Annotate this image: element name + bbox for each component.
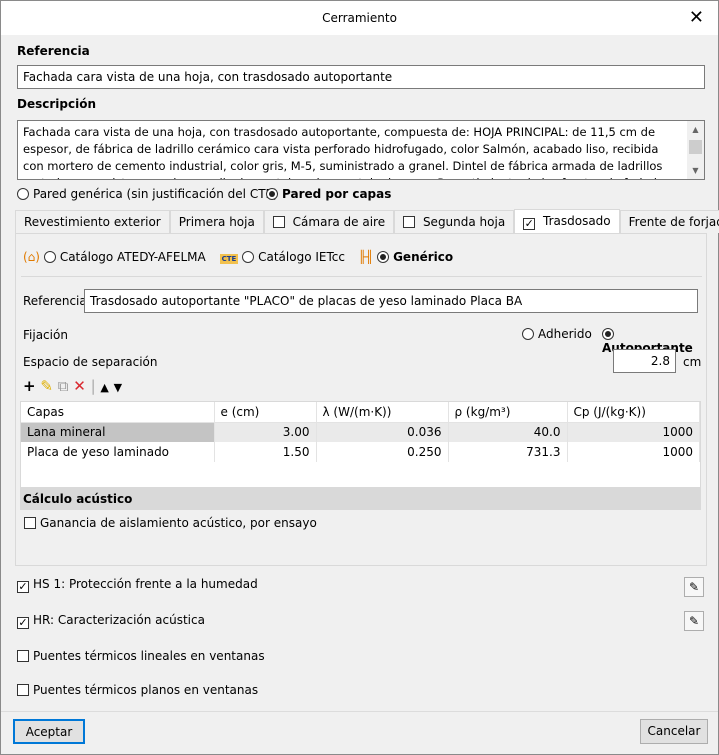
descripcion-text: Fachada cara vista de una hoja, con tras…: [23, 125, 674, 179]
option-puentes-lineales[interactable]: Puentes térmicos lineales en ventanas: [17, 649, 265, 663]
radio-pared-generica[interactable]: Pared genérica (sin justificación del CT…: [17, 187, 278, 201]
toolbar-separator: |: [90, 377, 96, 395]
footer-divider: [1, 711, 718, 712]
edit-hs1-button[interactable]: ✎: [684, 577, 704, 597]
radio-generico[interactable]: Genérico: [377, 250, 453, 264]
delete-icon[interactable]: ✕: [73, 377, 86, 395]
cell: 40.0: [448, 422, 568, 442]
checkbox[interactable]: ✓: [523, 218, 536, 230]
referencia-input[interactable]: Fachada cara vista de una hoja, con tras…: [17, 65, 705, 89]
col-capas: Capas: [21, 402, 215, 423]
option-hs1[interactable]: ✓ HS 1: Protección frente a la humedad: [17, 577, 258, 593]
tab-primera-hoja[interactable]: Primera hoja: [169, 210, 264, 233]
table-row[interactable]: Lana mineral 3.00 0.036 40.0 1000: [21, 422, 700, 442]
move-up-icon[interactable]: ▲: [100, 381, 108, 394]
title-bar: Cerramiento: [1, 1, 718, 35]
pencil-icon: ✎: [688, 580, 700, 594]
close-icon[interactable]: ✕: [689, 1, 704, 35]
radio-label: Pared por capas: [282, 187, 392, 201]
espacio-unit: cm: [683, 355, 702, 369]
generic-layer-icon: ╟╢: [358, 250, 374, 264]
descripcion-textarea[interactable]: Fachada cara vista de una hoja, con tras…: [17, 120, 705, 180]
scrollbar[interactable]: ▲ ▼: [687, 121, 704, 179]
edit-hr-button[interactable]: ✎: [684, 611, 704, 631]
pencil-icon: ✎: [688, 614, 700, 628]
move-down-icon[interactable]: ▼: [114, 381, 122, 394]
trasdosado-ref-input[interactable]: Trasdosado autoportante "PLACO" de placa…: [84, 289, 698, 313]
cell: Placa de yeso laminado: [21, 442, 215, 462]
cell: 1.50: [214, 442, 317, 462]
radio-adherido[interactable]: Adherido: [522, 327, 592, 341]
option-puentes-planos[interactable]: Puentes térmicos planos en ventanas: [17, 683, 258, 697]
atedy-icon: (⌂): [23, 250, 40, 264]
table-row[interactable]: Placa de yeso laminado 1.50 0.250 731.3 1000: [21, 442, 700, 462]
layers-table: Capas e (cm) λ (W/(m·K)) ρ (kg/m³) Cp (J…: [20, 401, 701, 488]
cancel-button[interactable]: Cancelar: [640, 719, 708, 744]
cell: 0.036: [316, 422, 449, 442]
window-title: Cerramiento: [322, 11, 397, 25]
tab-segunda-hoja[interactable]: Segunda hoja: [394, 210, 515, 233]
acoustic-gain-checkbox[interactable]: Ganancia de aislamiento acústico, por en…: [24, 516, 317, 530]
col-lambda: λ (W/(m·K)): [316, 402, 449, 423]
tab-camara-de-aire[interactable]: Cámara de aire: [263, 210, 395, 233]
radio-catalogo-atedy[interactable]: Catálogo ATEDY-AFELMA: [43, 250, 206, 264]
edit-pencil-icon[interactable]: ✎: [40, 377, 53, 395]
copy-icon[interactable]: ⧉: [58, 377, 69, 395]
col-cp: Cp (J/(kg·K)): [567, 402, 700, 423]
trasdosado-ref-label: Referencia: [23, 294, 87, 308]
radio-catalogo-ietcc[interactable]: Catálogo IETcc: [242, 250, 345, 264]
espacio-input[interactable]: 2.8: [613, 349, 676, 373]
cell: 1000: [567, 422, 700, 442]
cell: Lana mineral: [21, 422, 215, 442]
referencia-label: Referencia: [17, 44, 90, 58]
divider: [21, 276, 702, 277]
fijacion-label: Fijación: [23, 328, 68, 342]
col-densidad: ρ (kg/m³): [448, 402, 568, 423]
cte-icon: CTE: [219, 254, 239, 264]
accept-button[interactable]: Aceptar: [13, 719, 85, 744]
tab-panel: (⌂) Catálogo ATEDY-AFELMA CTE Catálogo I…: [15, 233, 707, 566]
espacio-label: Espacio de separación: [23, 355, 158, 369]
descripcion-label: Descripción: [17, 97, 96, 111]
tab-bar: Revestimiento exterior Primera hoja Cáma…: [15, 209, 719, 233]
col-espesor: e (cm): [214, 402, 317, 423]
checkbox[interactable]: [272, 216, 285, 228]
option-hr[interactable]: ✓ HR: Caracterización acústica: [17, 613, 205, 629]
cell: 3.00: [214, 422, 317, 442]
acoustic-section-header: Cálculo acústico: [20, 488, 701, 510]
radio-label: Pared genérica (sin justificación del CT…: [33, 187, 278, 201]
cell: 731.3: [448, 442, 568, 462]
tab-trasdosado[interactable]: ✓ Trasdosado: [514, 209, 620, 233]
add-icon[interactable]: +: [23, 377, 36, 395]
tab-frente-de-forjado[interactable]: Frente de forjado: [619, 210, 719, 233]
table-header: Capas e (cm) λ (W/(m·K)) ρ (kg/m³) Cp (J…: [21, 402, 700, 423]
cell: 0.250: [316, 442, 449, 462]
cell: 1000: [567, 442, 700, 462]
checkbox[interactable]: [403, 216, 416, 228]
tab-revestimiento-exterior[interactable]: Revestimiento exterior: [15, 210, 170, 233]
radio-pared-por-capas[interactable]: Pared por capas: [266, 187, 391, 201]
